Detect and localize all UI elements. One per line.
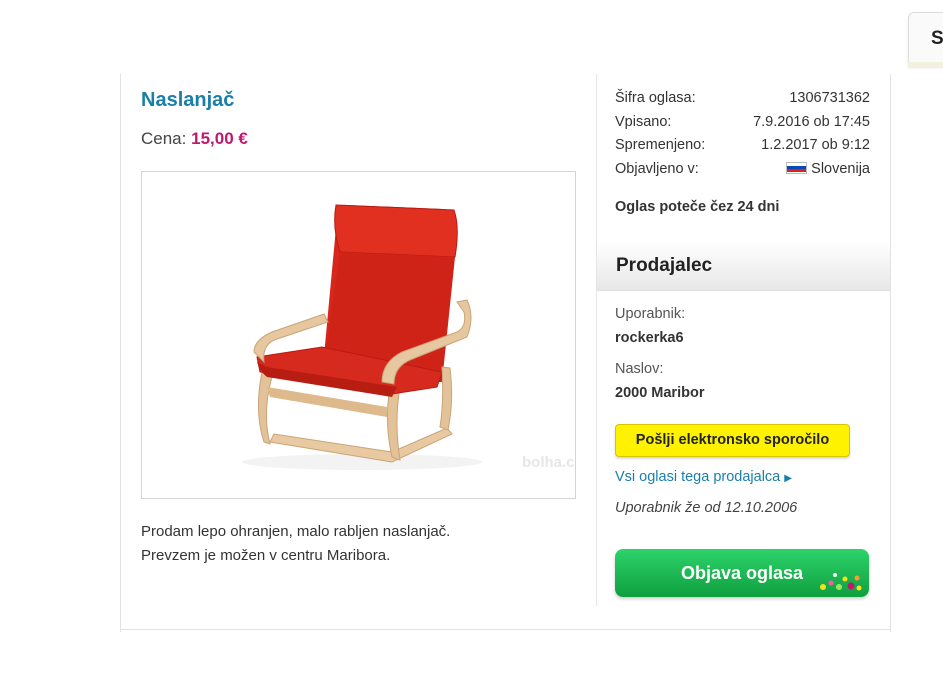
listing-price: Cena: 15,00 € [141, 129, 248, 149]
post-ad-label: Objava oglasa [680, 563, 804, 583]
meta-value-country: Slovenija [786, 159, 870, 183]
armchair-image [242, 204, 482, 470]
listing-title: Naslanjač [141, 89, 235, 111]
all-seller-ads-link[interactable]: Vsi oglasi tega prodajalca ▶ [615, 469, 792, 485]
price-label: Cena: [141, 129, 187, 148]
listing-description: Prodam lepo ohranjen, malo rabljen nasla… [141, 520, 450, 568]
column-divider [596, 74, 597, 606]
meta-value: 7.9.2016 ob 17:45 [753, 113, 870, 130]
post-ad-button[interactable]: Objava oglasa [615, 549, 869, 597]
member-since: Uporabnik že od 12.10.2006 [615, 500, 798, 516]
description-line: Prevzem je možen v centru Maribora. [141, 547, 391, 564]
triangle-right-icon: ▶ [784, 473, 792, 484]
seller-address-label: Naslov: [615, 361, 664, 377]
meta-label: Šifra oglasa: [615, 90, 696, 106]
top-corner-tab-strip [908, 62, 943, 68]
seller-address: 2000 Maribor [615, 385, 705, 401]
meta-row-modified: Spremenjeno: 1.2.2017 ob 9:12 [615, 135, 870, 159]
listing-image[interactable]: bolha.com [141, 171, 576, 499]
send-message-button[interactable]: Pošlji elektronsko sporočilo [615, 424, 850, 457]
image-watermark: bolha.com [522, 454, 575, 471]
seller-user-label: Uporabnik: [615, 306, 686, 322]
decorative-dots-icon [820, 573, 862, 591]
meta-row-published-in: Objavljeno v: Slovenija [615, 159, 870, 183]
seller-heading: Prodajalec [616, 255, 713, 276]
price-value: 15,00 € [191, 129, 248, 148]
seller-header: Prodajalec [597, 242, 890, 291]
meta-label: Spremenjeno: [615, 137, 706, 153]
top-corner-tab-label: S [931, 28, 943, 49]
meta-value: 1.2.2017 ob 9:12 [761, 137, 870, 153]
country-name: Slovenija [811, 160, 870, 177]
slovenia-flag-icon [786, 161, 808, 174]
meta-label: Vpisano: [615, 113, 672, 130]
description-line: Prodam lepo ohranjen, malo rabljen nasla… [141, 523, 451, 540]
seller-username: rockerka6 [615, 330, 684, 346]
meta-row-ad-id: Šifra oglasa: 1306731362 [615, 88, 870, 112]
all-seller-ads-label: Vsi oglasi tega prodajalca [615, 469, 781, 485]
meta-row-posted: Vpisano: 7.9.2016 ob 17:45 [615, 112, 870, 136]
meta-label: Objavljeno v: [615, 160, 699, 177]
meta-value: 1306731362 [789, 90, 870, 106]
expiry-notice: Oglas poteče čez 24 dni [615, 199, 780, 215]
top-corner-tab[interactable]: S [908, 12, 943, 66]
listing-meta: Šifra oglasa: 1306731362 Vpisano: 7.9.20… [615, 88, 870, 182]
panel-bottom-border [120, 629, 891, 630]
